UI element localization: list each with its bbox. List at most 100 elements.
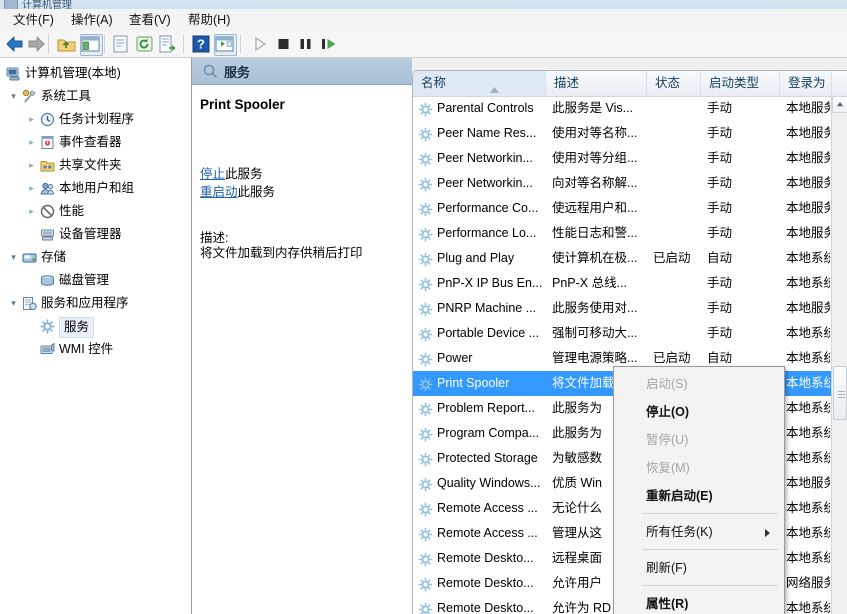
cell-logon: 本地系统	[786, 376, 830, 390]
tree-item-task-scheduler[interactable]: 任务计划程序	[0, 108, 191, 131]
context-menu-item-label: 启动(S)	[646, 377, 688, 391]
service-gear-icon	[418, 126, 433, 142]
cell-name: Peer Networkin...	[437, 176, 533, 190]
context-menu-item-label: 所有任务(K)	[646, 525, 713, 539]
export-list-icon[interactable]	[157, 34, 178, 54]
tree-twisty-collapsed-icon[interactable]	[25, 108, 38, 131]
table-row[interactable]: Peer Networkin... 使用对等分组... 手动 本地服务	[413, 146, 832, 171]
cell-logon: 本地服务	[786, 151, 830, 165]
tree-item-storage[interactable]: 存储	[0, 246, 191, 269]
tree-item-wmi-control[interactable]: WMI 控件	[0, 338, 191, 361]
menu-action[interactable]: 操作(A)	[64, 12, 120, 29]
description-text: 将文件加载到内存供稍后打印	[200, 246, 363, 260]
tree-twisty-collapsed-icon[interactable]	[25, 177, 38, 200]
cell-name: Program Compa...	[437, 426, 540, 440]
pause-service-icon[interactable]	[295, 34, 316, 54]
tree-item-shared-folders[interactable]: 共享文件夹	[0, 154, 191, 177]
context-menu-item-label: 暂停(U)	[646, 433, 689, 447]
ctx-stop[interactable]: 停止(O)	[615, 398, 782, 426]
show-action-pane-icon[interactable]	[214, 34, 237, 56]
console-tree-pane: 计算机管理(本地) 系统工具任务计划程序事件查看器共享文件夹本地用户和组性能设备管…	[0, 58, 192, 614]
stop-link-rest: 此服务	[225, 167, 263, 181]
tree-twisty-expanded-icon[interactable]	[7, 292, 20, 315]
cell-logon: 网络服务	[786, 576, 830, 590]
tree-item-system-tools[interactable]: 系统工具	[0, 85, 191, 108]
table-row[interactable]: PNRP Machine ... 此服务使用对... 手动 本地服务	[413, 296, 832, 321]
column-header-status[interactable]: 状态	[647, 71, 701, 96]
column-header-startup[interactable]: 启动类型	[701, 71, 780, 96]
table-row[interactable]: Portable Device ... 强制可移动大... 手动 本地系统	[413, 321, 832, 346]
tree-twisty-collapsed-icon[interactable]	[25, 200, 38, 223]
restart-service-link[interactable]: 重启动此服务	[200, 181, 275, 200]
restart-service-icon[interactable]	[318, 34, 339, 54]
up-folder-icon[interactable]	[56, 34, 77, 54]
system-tools-icon	[22, 89, 37, 104]
ctx-properties[interactable]: 属性(R)	[615, 590, 782, 614]
tree-item-performance[interactable]: 性能	[0, 200, 191, 223]
tree-item-device-manager[interactable]: 设备管理器	[0, 223, 191, 246]
tree-item-label: 系统工具	[41, 89, 92, 103]
menu-view[interactable]: 查看(V)	[122, 12, 178, 29]
cell-name: Remote Deskto...	[437, 601, 534, 614]
cell-logon: 本地服务	[786, 126, 830, 140]
service-gear-icon	[418, 101, 433, 117]
scroll-up-arrow[interactable]	[832, 96, 847, 113]
tree-item-label: 性能	[59, 204, 85, 218]
column-header-description[interactable]: 描述	[546, 71, 647, 96]
forward-icon[interactable]	[26, 34, 47, 54]
tree-twisty-expanded-icon[interactable]	[7, 85, 20, 108]
tree-item-computer-management[interactable]: 计算机管理(本地)	[0, 62, 191, 85]
menu-file[interactable]: 文件(F)	[6, 12, 61, 29]
table-row[interactable]: PnP-X IP Bus En... PnP-X 总线... 手动 本地系统	[413, 271, 832, 296]
menu-help[interactable]: 帮助(H)	[181, 12, 237, 29]
service-gear-icon	[418, 226, 433, 242]
context-menu-item-label: 属性(R)	[646, 597, 689, 611]
table-row[interactable]: Peer Name Res... 使用对等名称... 手动 本地服务	[413, 121, 832, 146]
cell-logon: 本地系统	[786, 551, 830, 565]
column-header-label: 描述	[554, 76, 580, 90]
tree-item-services[interactable]: 服务	[0, 315, 191, 338]
cell-name: PnP-X IP Bus En...	[437, 276, 543, 290]
context-menu-separator	[642, 585, 778, 586]
table-row[interactable]: Peer Networkin... 向对等名称解... 手动 本地服务	[413, 171, 832, 196]
list-vertical-scrollbar[interactable]	[831, 96, 847, 614]
stop-service-icon[interactable]	[273, 34, 294, 54]
service-gear-icon	[418, 276, 433, 292]
ctx-all-tasks[interactable]: 所有任务(K)	[615, 518, 782, 546]
table-row[interactable]: Performance Lo... 性能日志和警... 手动 本地服务	[413, 221, 832, 246]
back-icon[interactable]	[4, 34, 25, 54]
tree-twisty-collapsed-icon[interactable]	[25, 154, 38, 177]
scrollbar-thumb[interactable]	[833, 366, 847, 420]
column-header-logon[interactable]: 登录为	[780, 71, 832, 96]
table-row[interactable]: Parental Controls 此服务是 Vis... 手动 本地服务	[413, 96, 832, 121]
cell-description: 使用对等名称...	[552, 126, 638, 140]
tree-item-services-and-apps[interactable]: 服务和应用程序	[0, 292, 191, 315]
cell-name: Peer Networkin...	[437, 151, 533, 165]
table-row[interactable]: Performance Co... 使远程用户和... 手动 本地服务	[413, 196, 832, 221]
cell-logon: 本地系统	[786, 276, 830, 290]
cell-logon: 本地系统	[786, 426, 830, 440]
column-header-name[interactable]: 名称	[413, 71, 546, 96]
cell-logon: 本地系统	[786, 526, 830, 540]
ctx-restart[interactable]: 重新启动(E)	[615, 482, 782, 510]
tree-twisty-expanded-icon[interactable]	[7, 246, 20, 269]
table-row[interactable]: Plug and Play 使计算机在极... 已启动 自动 本地系统	[413, 246, 832, 271]
shared-folders-icon	[40, 158, 55, 173]
tree-item-event-viewer[interactable]: 事件查看器	[0, 131, 191, 154]
cell-startup: 手动	[707, 176, 733, 190]
tree-item-label: 磁盘管理	[59, 273, 110, 287]
tree-item-local-users-groups[interactable]: 本地用户和组	[0, 177, 191, 200]
cell-name: Problem Report...	[437, 401, 535, 415]
help-icon[interactable]: ?	[190, 34, 211, 54]
tree-item-disk-management[interactable]: 磁盘管理	[0, 269, 191, 292]
service-gear-icon	[418, 476, 433, 492]
disk-management-icon	[40, 273, 55, 288]
service-gear-icon	[202, 63, 217, 78]
tree-twisty-collapsed-icon[interactable]	[25, 131, 38, 154]
stop-service-link[interactable]: 停止此服务	[200, 163, 263, 182]
refresh-icon[interactable]	[134, 34, 155, 54]
ctx-refresh[interactable]: 刷新(F)	[615, 554, 782, 582]
properties-icon[interactable]	[110, 34, 131, 54]
tree-item-label: 服务	[59, 317, 95, 338]
show-tree-icon[interactable]	[80, 34, 103, 56]
